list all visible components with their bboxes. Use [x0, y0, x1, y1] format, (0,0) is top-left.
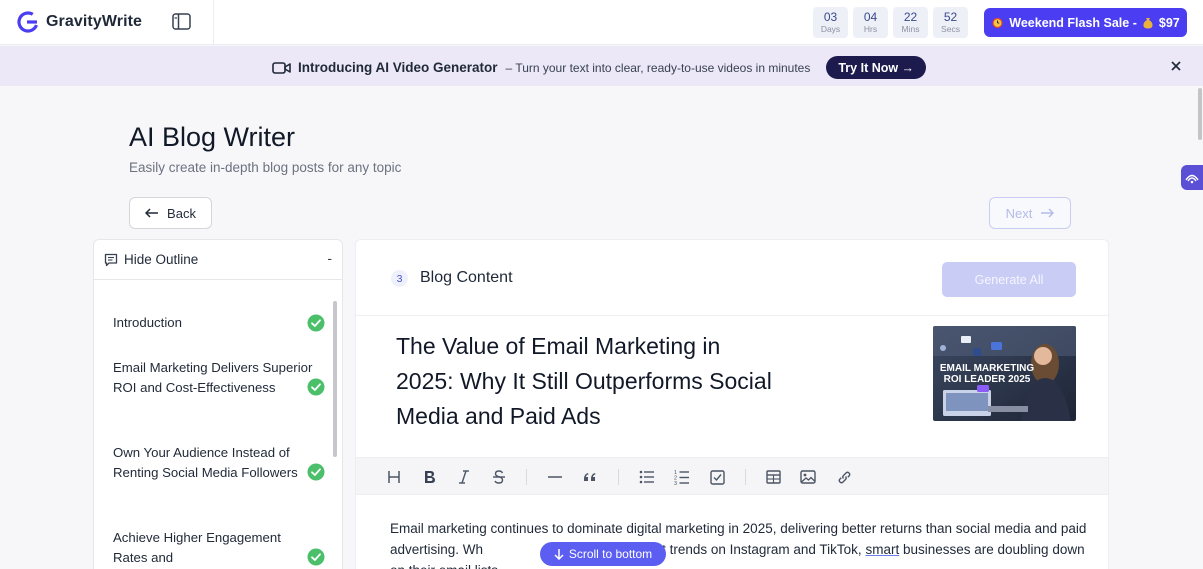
spellcheck-word[interactable]: smart	[865, 542, 899, 557]
checklist-icon[interactable]	[707, 467, 727, 487]
table-icon[interactable]	[763, 467, 783, 487]
weekend-sale-button[interactable]: Weekend Flash Sale - $97	[984, 8, 1187, 37]
image-caption-line2: ROI LEADER 2025	[944, 374, 1031, 385]
link-icon[interactable]	[834, 467, 854, 487]
sale-label: Weekend Flash Sale -	[1009, 15, 1137, 30]
bold-icon[interactable]	[419, 467, 439, 487]
svg-text:3: 3	[674, 481, 677, 485]
page-subtitle: Easily create in-depth blog posts for an…	[129, 160, 402, 175]
money-bag-icon	[1143, 18, 1153, 29]
strikethrough-icon[interactable]	[489, 467, 509, 487]
sale-price: $97	[1158, 15, 1180, 30]
close-icon[interactable]	[1168, 58, 1184, 74]
outline-item[interactable]: Introduction	[113, 313, 313, 333]
alarm-clock-icon	[992, 17, 1003, 29]
topbar-divider	[213, 0, 214, 45]
collapse-outline-button[interactable]: -	[327, 250, 332, 266]
page-title: AI Blog Writer	[129, 122, 296, 152]
scrollbar-thumb[interactable]	[1198, 88, 1202, 140]
countdown-hours: 04 Hrs	[853, 7, 888, 38]
top-bar: GravityWrite 03 Days 04 Hrs 22 Mins 52 S…	[0, 0, 1203, 45]
outline-scrollbar[interactable]	[333, 301, 337, 457]
countdown-days: 03 Days	[813, 7, 848, 38]
toolbar-separator	[618, 469, 619, 485]
countdown-unit: Mins	[901, 24, 920, 34]
app-name: GravityWrite	[46, 13, 143, 30]
outline-header[interactable]: Hide Outline -	[94, 240, 342, 280]
blog-body-text[interactable]: Email marketing continues to dominate di…	[390, 518, 1090, 569]
outline-panel: Hide Outline - Introduction Email Market…	[93, 239, 343, 569]
page-scrollbar[interactable]	[1197, 86, 1203, 569]
sidebar-toggle-icon[interactable]	[172, 13, 191, 30]
toolbar-separator	[745, 469, 746, 485]
back-label: Back	[167, 205, 196, 221]
gravitywrite-logo-icon	[17, 11, 39, 33]
check-circle-icon	[307, 463, 325, 481]
countdown-value: 52	[943, 10, 958, 24]
announcement-title: Introducing AI Video Generator	[298, 60, 498, 75]
scroll-to-bottom-button[interactable]: Scroll to bottom	[540, 542, 666, 566]
bullet-list-icon[interactable]	[637, 467, 657, 487]
try-it-now-button[interactable]: Try It Now →	[826, 56, 927, 79]
divider	[356, 315, 1108, 316]
countdown-timer: 03 Days 04 Hrs 22 Mins 52 Secs	[813, 7, 968, 38]
countdown-unit: Days	[820, 24, 841, 34]
countdown-value: 04	[863, 10, 878, 24]
toolbar-separator	[526, 469, 527, 485]
outline-comment-icon	[104, 253, 118, 266]
check-circle-icon	[307, 378, 325, 396]
heading-icon[interactable]	[384, 467, 404, 487]
side-widget[interactable]	[1181, 165, 1203, 190]
announcement-subtitle: – Turn your text into clear, ready-to-us…	[505, 60, 811, 75]
image-caption-line1: EMAIL MARKETING	[940, 363, 1034, 374]
ordered-list-icon[interactable]: 123	[672, 467, 692, 487]
countdown-unit: Secs	[941, 24, 960, 34]
featured-image[interactable]: EMAIL MARKETING ROI LEADER 2025	[933, 326, 1076, 421]
generate-all-button[interactable]: Generate All	[942, 262, 1076, 297]
editor-toolbar: 123	[356, 457, 1108, 495]
countdown-seconds: 52 Secs	[933, 7, 968, 38]
blog-content-panel: 3 Blog Content Generate All The Value of…	[355, 239, 1109, 569]
outline-item[interactable]: Achieve Higher Engagement Rates and	[113, 528, 313, 568]
check-circle-icon	[307, 548, 325, 566]
next-button[interactable]: Next	[989, 197, 1071, 229]
arrow-left-icon	[145, 208, 159, 218]
logo[interactable]: GravityWrite	[16, 10, 142, 34]
horizontal-rule-icon[interactable]	[545, 467, 565, 487]
hide-outline-label: Hide Outline	[124, 252, 199, 267]
countdown-value: 03	[823, 10, 838, 24]
arrow-right-icon	[1041, 208, 1055, 218]
image-icon[interactable]	[798, 467, 818, 487]
countdown-minutes: 22 Mins	[893, 7, 928, 38]
arrow-down-icon	[554, 549, 564, 560]
video-camera-icon	[272, 61, 291, 74]
step-number-badge: 3	[391, 270, 408, 287]
blog-title[interactable]: The Value of Email Marketing in 2025: Wh…	[396, 329, 776, 434]
outline-item[interactable]: Email Marketing Delivers Superior ROI an…	[113, 358, 313, 398]
quote-icon[interactable]	[580, 467, 600, 487]
check-circle-icon	[307, 314, 325, 332]
countdown-value: 22	[903, 10, 918, 24]
outline-item[interactable]: Own Your Audience Instead of Renting Soc…	[113, 443, 313, 483]
italic-icon[interactable]	[454, 467, 474, 487]
scroll-to-bottom-label: Scroll to bottom	[568, 547, 653, 561]
back-button[interactable]: Back	[129, 197, 212, 229]
wave-icon	[1185, 174, 1199, 183]
announcement-banner: Introducing AI Video Generator – Turn yo…	[0, 46, 1203, 86]
countdown-unit: Hrs	[863, 24, 878, 34]
next-label: Next	[1005, 205, 1033, 221]
step-title: Blog Content	[420, 269, 513, 286]
